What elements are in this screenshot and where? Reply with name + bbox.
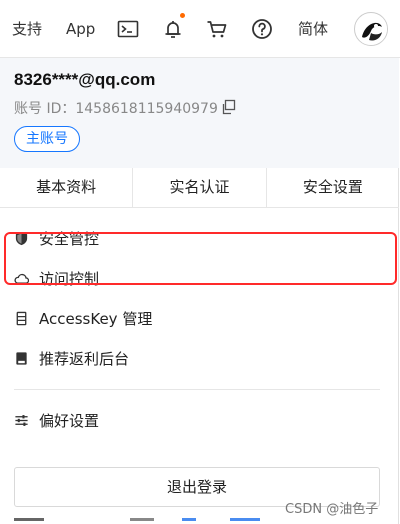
account-header: 8326****@qq.com 账号 ID：1458618115940979 主… — [0, 58, 399, 168]
sliders-icon — [15, 414, 28, 426]
accesskey-highlight-box — [4, 232, 397, 285]
copy-icon[interactable] — [220, 99, 236, 115]
menu-item-accesskey[interactable]: AccessKey 管理 — [14, 306, 152, 330]
bell-icon[interactable] — [161, 17, 185, 41]
terminal-icon[interactable] — [116, 17, 140, 41]
language-switch[interactable]: 简体 — [298, 19, 328, 39]
tab-basic-info[interactable]: 基本资料 — [0, 168, 134, 207]
notification-dot — [180, 13, 185, 18]
top-navbar: 支持 App 简体 — [0, 0, 400, 58]
tab-security-settings[interactable]: 安全设置 — [267, 168, 399, 207]
support-link[interactable]: 支持 — [12, 19, 42, 39]
account-email: 8326****@qq.com — [14, 70, 156, 89]
app-link[interactable]: App — [66, 19, 95, 39]
avatar-image — [356, 14, 387, 45]
account-tabs: 基本资料 实名认证 安全设置 — [0, 168, 399, 208]
tab-real-name[interactable]: 实名认证 — [133, 168, 267, 207]
menu-item-label: 偏好设置 — [39, 411, 100, 430]
avatar[interactable] — [354, 12, 388, 46]
menu-divider — [14, 389, 380, 390]
user-dropdown-panel: 8326****@qq.com 账号 ID：1458618115940979 主… — [0, 58, 399, 524]
menu-item-label: AccessKey 管理 — [39, 309, 153, 328]
main-account-badge: 主账号 — [14, 126, 80, 152]
background-page-fragment — [14, 518, 260, 521]
help-icon[interactable] — [250, 17, 274, 41]
menu-item-referral[interactable]: 推荐返利后台 — [14, 346, 129, 370]
cart-icon[interactable] — [205, 17, 229, 41]
account-id: 账号 ID：1458618115940979 — [14, 101, 218, 117]
key-icon — [16, 311, 27, 325]
csdn-watermark: CSDN @油色子 — [285, 502, 379, 517]
menu-item-preferences[interactable]: 偏好设置 — [14, 408, 99, 432]
gift-icon — [16, 351, 27, 365]
menu-item-label: 推荐返利后台 — [39, 349, 130, 368]
